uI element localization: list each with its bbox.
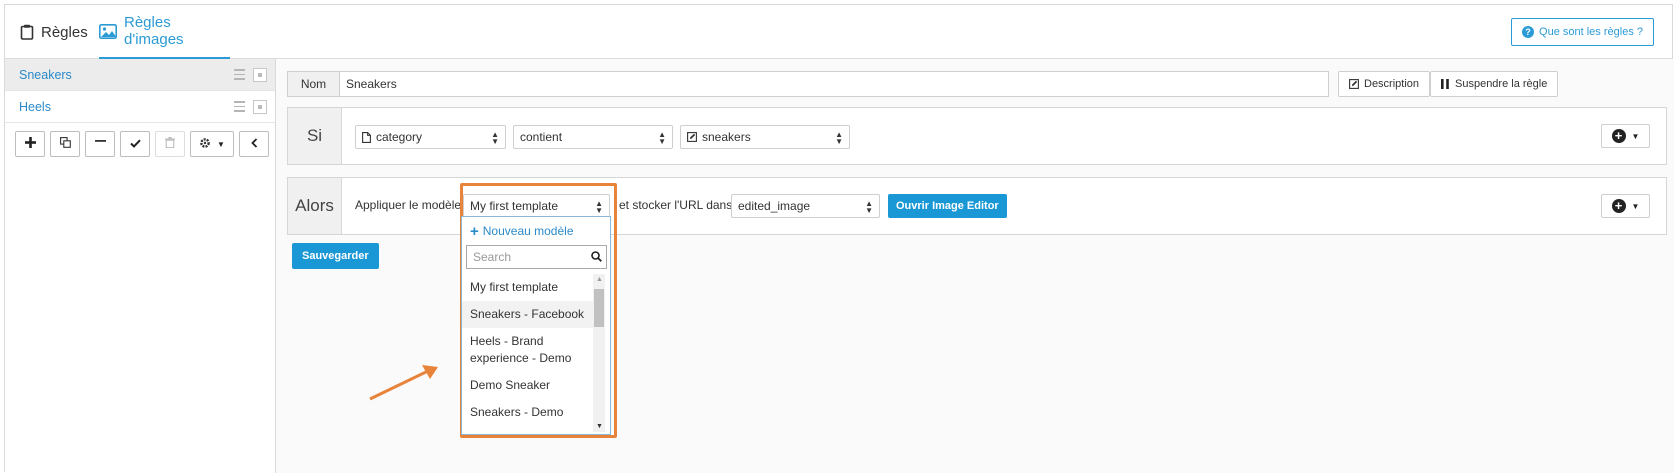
template-dropdown-menu: + Nouveau modèle Search My first templat… (461, 216, 611, 435)
pause-icon (1441, 79, 1449, 89)
caret-down-icon: ▼ (217, 139, 225, 149)
condition-operator-value: contient (520, 130, 563, 144)
template-option[interactable]: Sneakers - Facebook (462, 301, 593, 328)
validate-button[interactable] (120, 131, 150, 157)
caret-down-icon: ▼ (1631, 131, 1640, 141)
condition-block: Si category ▲ ▼ contient ▲ ▼ sneakers ▲ ▼ (287, 107, 1667, 165)
app-frame: Règles Règles d'images ? Que sont les rè… (4, 4, 1674, 473)
scrollbar-thumb[interactable] (594, 289, 604, 327)
description-button[interactable]: Description (1338, 71, 1431, 97)
rule-name-row: Nom Sneakers (287, 71, 1329, 97)
select-arrows-icon: ▲ ▼ (491, 130, 499, 146)
collapse-sidebar-button[interactable] (239, 131, 269, 157)
description-button-label: Description (1364, 78, 1420, 90)
duplicate-rule-button[interactable] (50, 131, 80, 157)
apply-template-text: Appliquer le modèle (355, 198, 462, 212)
edit-icon (687, 132, 697, 142)
scroll-up-icon[interactable]: ▲ (596, 276, 603, 283)
sidebar-item-label: Sneakers (19, 67, 72, 82)
sidebar-toolbar: ▼ (15, 131, 274, 157)
suspend-rule-label: Suspendre la règle (1455, 78, 1548, 90)
annotation-arrow-icon (369, 365, 438, 401)
select-arrows-icon: ▲ ▼ (658, 130, 666, 146)
tab-rules[interactable]: Règles (20, 5, 88, 59)
plus-circle-icon: + (1611, 129, 1626, 143)
gear-icon (199, 137, 211, 152)
suspend-rule-button[interactable]: Suspendre la règle (1430, 71, 1559, 97)
search-placeholder: Search (473, 250, 512, 264)
search-icon (591, 251, 602, 265)
tab-image-rules-label: Règles d'images (124, 14, 184, 48)
collapse-icon (94, 137, 106, 151)
question-icon: ? (1522, 26, 1535, 38)
select-arrows-icon: ▲ ▼ (835, 130, 843, 146)
settings-dropdown-button[interactable]: ▼ (190, 131, 234, 157)
target-field-select[interactable]: edited_image ▲ ▼ (731, 194, 880, 218)
condition-value-text: sneakers (702, 130, 751, 144)
delete-rule-button[interactable] (155, 131, 185, 157)
sidebar: Sneakers Heels ▼ (5, 59, 276, 473)
clipboard-icon (20, 24, 34, 40)
open-image-editor-button[interactable]: Ouvrir Image Editor (888, 194, 1007, 218)
drag-handle-icon[interactable] (234, 69, 245, 83)
plus-icon: + (470, 222, 479, 240)
sidebar-item-label: Heels (19, 99, 51, 114)
caret-down-icon: ▼ (1631, 201, 1640, 211)
edit-icon (1349, 79, 1359, 89)
condition-field-value: category (376, 130, 423, 144)
template-options-list: My first template Sneakers - Facebook He… (462, 274, 593, 434)
tab-image-rules[interactable]: Règles d'images (99, 5, 230, 59)
check-icon (129, 137, 141, 151)
trash-icon (165, 137, 175, 151)
condition-operator-select[interactable]: contient ▲ ▼ (513, 125, 673, 149)
top-tab-bar: Règles Règles d'images ? Que sont les rè… (5, 5, 1672, 59)
store-url-text: et stocker l'URL dans (619, 198, 733, 212)
if-label: Si (288, 108, 342, 164)
template-option[interactable]: My first template (462, 274, 593, 301)
dropdown-scrollbar[interactable]: ▲ ▼ (593, 274, 605, 432)
target-field-value: edited_image (738, 199, 811, 213)
tab-rules-label: Règles (41, 23, 88, 41)
image-icon (99, 23, 117, 39)
help-button-label: Que sont les règles ? (1539, 26, 1643, 38)
file-icon (362, 131, 371, 143)
condition-value-select[interactable]: sneakers ▲ ▼ (680, 125, 850, 149)
sidebar-item-heels[interactable]: Heels (5, 91, 275, 123)
plus-icon (24, 137, 36, 151)
template-search-input[interactable]: Search (466, 245, 607, 269)
add-rule-button[interactable] (15, 131, 45, 157)
rule-name-input[interactable]: Sneakers (340, 71, 1329, 97)
save-button[interactable]: Sauvegarder (292, 243, 379, 269)
template-option[interactable]: Sneakers - Demo (462, 399, 593, 426)
select-arrows-icon: ▲ ▼ (865, 199, 873, 215)
collapse-button[interactable] (85, 131, 115, 157)
name-label: Nom (287, 71, 340, 97)
add-action-button[interactable]: + ▼ (1601, 194, 1650, 218)
rule-toggle-checkbox[interactable] (253, 68, 267, 82)
add-condition-button[interactable]: + ▼ (1601, 124, 1650, 148)
copy-icon (59, 137, 71, 151)
condition-field-select[interactable]: category ▲ ▼ (355, 125, 506, 149)
template-option[interactable]: Heels - Brand experience - Demo (462, 328, 593, 372)
new-template-option[interactable]: + Nouveau modèle (462, 217, 610, 245)
template-option[interactable]: Channable Products - (462, 426, 593, 434)
scroll-down-icon[interactable]: ▼ (596, 423, 603, 430)
drag-handle-icon[interactable] (234, 101, 245, 115)
chevron-left-icon (250, 137, 258, 151)
help-button[interactable]: ? Que sont les règles ? (1511, 18, 1654, 46)
sidebar-item-sneakers[interactable]: Sneakers (5, 59, 275, 91)
plus-circle-icon: + (1611, 199, 1626, 213)
then-label: Alors (288, 178, 342, 234)
new-template-label: Nouveau modèle (482, 224, 574, 238)
template-option[interactable]: Demo Sneaker (462, 372, 593, 399)
rule-toggle-checkbox[interactable] (253, 100, 267, 114)
